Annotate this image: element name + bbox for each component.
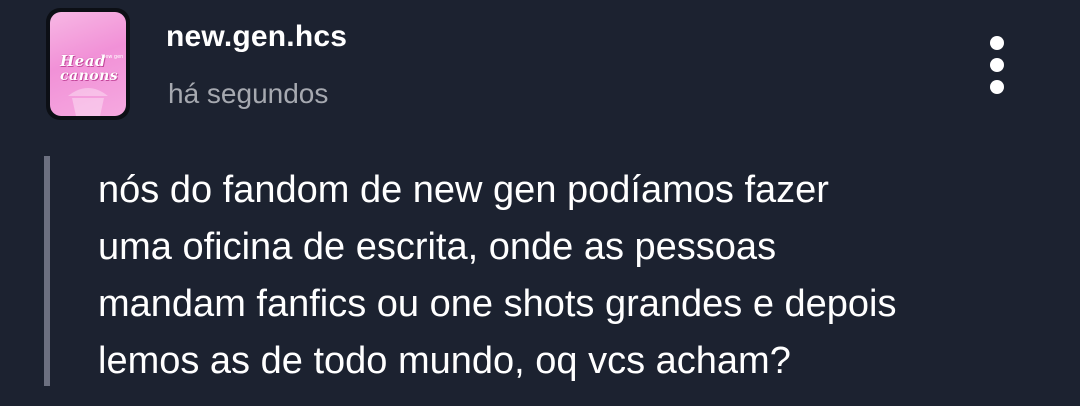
vertical-ellipsis-icon (990, 36, 1004, 94)
quote-bar (44, 156, 50, 386)
avatar-image: Head new gen canons (50, 12, 126, 116)
post-card: Head new gen canons new.gen.hcs há segun… (0, 0, 1080, 406)
cupcake-icon (68, 88, 108, 116)
avatar-text-small: new gen (102, 54, 124, 60)
more-options-button[interactable] (980, 34, 1014, 98)
avatar[interactable]: Head new gen canons (46, 8, 130, 120)
post-body: nós do fandom de new gen podíamos fazer … (98, 169, 897, 382)
username[interactable]: new.gen.hcs (166, 20, 347, 54)
post-timestamp: há segundos (168, 78, 329, 109)
